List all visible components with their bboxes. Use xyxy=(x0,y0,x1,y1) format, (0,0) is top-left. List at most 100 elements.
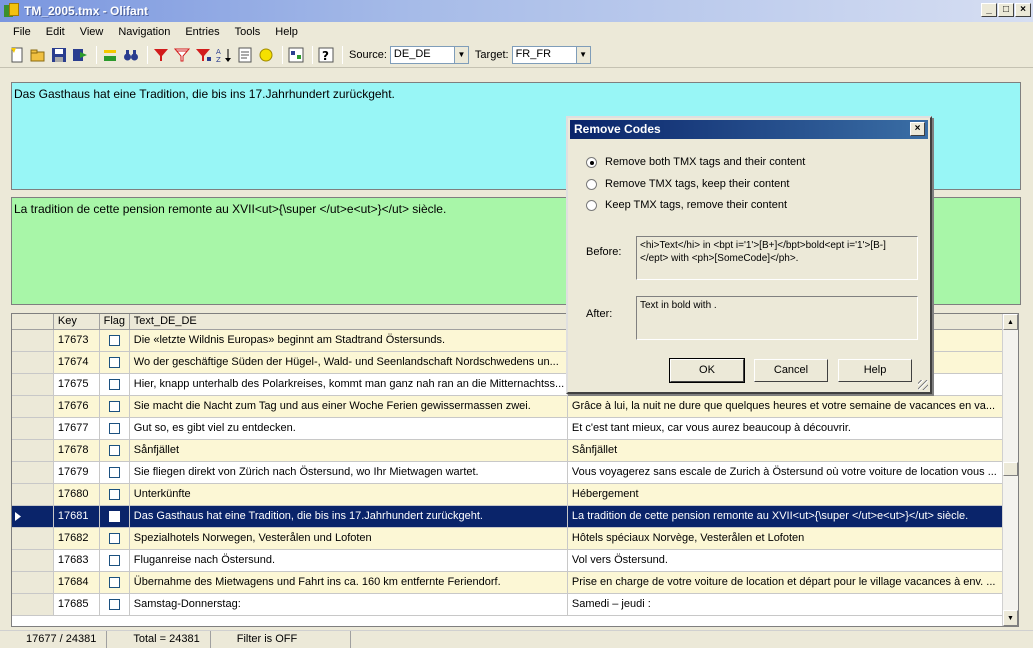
status-total: Total = 24381 xyxy=(107,631,211,648)
cell-source: Spezialhotels Norwegen, Vesterålen und L… xyxy=(130,528,568,549)
save-icon[interactable] xyxy=(50,46,68,64)
help-icon[interactable]: ? xyxy=(317,46,335,64)
cell-key: 17682 xyxy=(54,528,100,549)
table-row-selected[interactable]: 17681 Das Gasthaus hat eine Tradition, d… xyxy=(12,506,1018,528)
cell-target: Et c'est tant mieux, car vous aurez beau… xyxy=(568,418,1018,439)
toolbar-separator xyxy=(342,45,343,64)
table-row[interactable]: 17684 Übernahme des Mietwagens und Fahrt… xyxy=(12,572,1018,594)
status-position: 17677 / 24381 xyxy=(0,631,108,648)
row-indicator xyxy=(12,396,54,417)
flag-checkbox[interactable] xyxy=(100,550,130,571)
flag-checkbox[interactable] xyxy=(100,440,130,461)
ok-button[interactable]: OK xyxy=(669,358,745,383)
radio-button[interactable] xyxy=(586,156,597,168)
filter-red-icon[interactable] xyxy=(152,46,170,64)
maximize-button[interactable]: □ xyxy=(998,3,1014,17)
row-indicator xyxy=(12,374,54,395)
radio-button[interactable] xyxy=(586,178,597,190)
table-row[interactable]: 17679 Sie fliegen direkt von Zürich nach… xyxy=(12,462,1018,484)
menu-tools[interactable]: Tools xyxy=(228,26,269,38)
flag-checkbox[interactable] xyxy=(100,330,130,351)
flag-checkbox[interactable] xyxy=(100,506,130,527)
table-row[interactable]: 17685 Samstag-Donnerstag: Samedi – jeudi… xyxy=(12,594,1018,616)
after-preview: Text in bold with . xyxy=(636,296,918,340)
table-row[interactable]: 17676 Sie macht die Nacht zum Tag und au… xyxy=(12,396,1018,418)
new-file-icon[interactable] xyxy=(8,46,26,64)
flag-checkbox[interactable] xyxy=(100,528,130,549)
option-remove-tags-keep-content[interactable]: Remove TMX tags, keep their content xyxy=(586,178,789,190)
vertical-scrollbar[interactable]: ▲ ▼ xyxy=(1002,314,1018,626)
flag-checkbox[interactable] xyxy=(100,594,130,615)
menu-file[interactable]: File xyxy=(6,26,39,38)
flag-checkbox[interactable] xyxy=(100,572,130,593)
svg-text:Z: Z xyxy=(216,56,221,63)
filter-icon[interactable] xyxy=(194,46,212,64)
column-header-source[interactable]: Text_DE_DE xyxy=(130,314,568,329)
dialog-close-button[interactable]: × xyxy=(910,122,925,136)
options-icon[interactable] xyxy=(287,46,305,64)
option-remove-both[interactable]: Remove both TMX tags and their content xyxy=(586,156,805,168)
table-row[interactable]: 17680 Unterkünfte Hébergement xyxy=(12,484,1018,506)
toolbar-separator xyxy=(282,45,283,64)
cell-target: Vous voyagerez sans escale de Zurich à Ö… xyxy=(568,462,1018,483)
cell-key: 17680 xyxy=(54,484,100,505)
flag-checkbox[interactable] xyxy=(100,418,130,439)
flag-checkbox[interactable] xyxy=(100,352,130,373)
scroll-up-icon[interactable]: ▲ xyxy=(1003,314,1018,330)
row-indicator xyxy=(12,462,54,483)
sort-icon[interactable]: AZ xyxy=(215,46,233,64)
open-folder-icon[interactable] xyxy=(29,46,47,64)
export-icon[interactable] xyxy=(71,46,89,64)
cancel-button[interactable]: Cancel xyxy=(754,359,828,382)
table-row[interactable]: 17677 Gut so, es gibt viel zu entdecken.… xyxy=(12,418,1018,440)
flag-checkbox[interactable] xyxy=(100,374,130,395)
row-indicator-header xyxy=(12,314,54,329)
option-keep-tags-remove-content[interactable]: Keep TMX tags, remove their content xyxy=(586,199,787,211)
option-label: Remove both TMX tags and their content xyxy=(605,156,806,168)
help-button[interactable]: Help xyxy=(838,359,912,382)
after-label: After: xyxy=(586,308,613,320)
filter-edit-icon[interactable] xyxy=(173,46,191,64)
cell-key: 17677 xyxy=(54,418,100,439)
menu-view[interactable]: View xyxy=(73,26,112,38)
cell-target: Prise en charge de votre voiture de loca… xyxy=(568,572,1018,593)
cell-target: Vol vers Östersund. xyxy=(568,550,1018,571)
cell-source: Wo der geschäftige Süden der Hügel-, Wal… xyxy=(130,352,568,373)
toolbar: AZ ? Source: DE_DE ▼ Target: FR_FR ▼ xyxy=(0,42,1033,68)
radio-button[interactable] xyxy=(586,199,597,211)
scroll-down-icon[interactable]: ▼ xyxy=(1003,610,1018,626)
cell-source: Das Gasthaus hat eine Tradition, die bis… xyxy=(130,506,568,527)
table-row[interactable]: 17682 Spezialhotels Norwegen, Vesterålen… xyxy=(12,528,1018,550)
target-language-select[interactable]: FR_FR ▼ xyxy=(511,45,591,64)
flag-checkbox[interactable] xyxy=(100,462,130,483)
option-label: Keep TMX tags, remove their content xyxy=(605,199,787,211)
menu-help[interactable]: Help xyxy=(268,26,306,38)
table-row[interactable]: 17678 Sånfjället Sånfjället xyxy=(12,440,1018,462)
scrollbar-thumb[interactable] xyxy=(1003,462,1018,476)
properties-icon[interactable] xyxy=(236,46,254,64)
find-binoculars-icon[interactable] xyxy=(122,46,140,64)
chevron-down-icon[interactable]: ▼ xyxy=(453,46,468,63)
cell-source: Gut so, es gibt viel zu entdecken. xyxy=(130,418,568,439)
minimize-button[interactable]: _ xyxy=(981,3,997,17)
window-title: TM_2005.tmx - Olifant xyxy=(24,4,149,18)
cell-source: Die «letzte Wildnis Europas» beginnt am … xyxy=(130,330,568,351)
menu-edit[interactable]: Edit xyxy=(39,26,73,38)
source-language-select[interactable]: DE_DE ▼ xyxy=(389,45,469,64)
target-label: Target: xyxy=(474,48,509,61)
resize-grip-icon[interactable] xyxy=(918,380,928,390)
column-header-flag[interactable]: Flag xyxy=(100,314,130,329)
menu-navigation[interactable]: Navigation xyxy=(111,26,178,38)
column-header-key[interactable]: Key xyxy=(54,314,100,329)
cell-key: 17685 xyxy=(54,594,100,615)
chevron-down-icon[interactable]: ▼ xyxy=(575,46,590,63)
cell-key: 17681 xyxy=(54,506,100,527)
note-icon[interactable] xyxy=(257,46,275,64)
flag-checkbox[interactable] xyxy=(100,484,130,505)
before-label: Before: xyxy=(586,246,622,258)
flag-checkbox[interactable] xyxy=(100,396,130,417)
close-button[interactable]: × xyxy=(1015,3,1031,17)
add-entry-icon[interactable] xyxy=(101,46,119,64)
menu-entries[interactable]: Entries xyxy=(178,26,227,38)
table-row[interactable]: 17683 Fluganreise nach Östersund. Vol ve… xyxy=(12,550,1018,572)
